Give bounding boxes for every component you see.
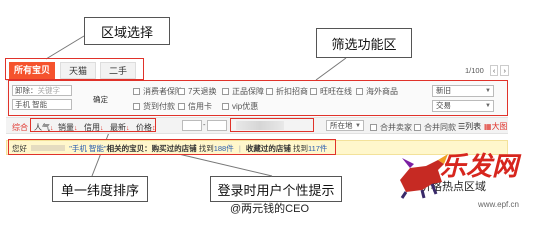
filter-genuine[interactable]: 正品保障: [222, 86, 264, 97]
merge-seller-checkbox[interactable]: 合并卖家: [370, 122, 412, 133]
keyword-exclude-placeholder: 关键字: [37, 86, 61, 95]
filter-label: 旺旺在线: [320, 87, 352, 96]
keyword-exclude-field[interactable]: 卸除：关键字: [12, 85, 72, 96]
pager-prev-button[interactable]: ‹: [489, 65, 499, 76]
checkbox[interactable]: [222, 88, 229, 95]
grid-icon: ▦: [484, 122, 492, 131]
filter-consumer-protection[interactable]: 消费者保障: [133, 86, 183, 97]
checkbox[interactable]: [266, 88, 273, 95]
confirm-button[interactable]: 确定: [93, 94, 108, 105]
filter-label: 信用卡: [188, 102, 212, 111]
filter-label: 海外商品: [366, 87, 398, 96]
checkbox[interactable]: [414, 124, 421, 131]
location-select[interactable]: 所在地 ▼: [326, 120, 364, 131]
region-select-highlight: [5, 58, 144, 80]
filter-label: 折扣招商: [276, 87, 308, 96]
chevron-down-icon: ▼: [485, 103, 491, 109]
filter-cod[interactable]: 货到付款: [133, 101, 175, 112]
filter-discount[interactable]: 折扣招商: [266, 86, 308, 97]
merge-same-label: 合并同款: [424, 123, 456, 132]
merge-same-checkbox[interactable]: 合并同款: [414, 122, 456, 133]
grid-view-button[interactable]: ▦大图: [484, 121, 508, 132]
condition-select[interactable]: 新旧 ▼: [432, 85, 494, 97]
keyword-field[interactable]: 手机 智能: [12, 99, 72, 110]
checkbox[interactable]: [310, 88, 317, 95]
price-max-input[interactable]: [207, 120, 227, 131]
pager-text: 1/100: [465, 66, 484, 75]
checkbox[interactable]: [222, 103, 229, 110]
filter-wangwang-online[interactable]: 旺旺在线: [310, 86, 352, 97]
checkbox[interactable]: [178, 103, 185, 110]
watermark-text: @两元钱的CEO: [230, 203, 310, 215]
checkbox[interactable]: [133, 88, 140, 95]
condition-select-value: 新旧: [436, 86, 451, 95]
chevron-down-icon: ▼: [485, 88, 491, 94]
filter-vip[interactable]: vip优惠: [222, 101, 258, 112]
single-sort-highlight: [30, 118, 156, 132]
list-view-label: 列表: [465, 122, 482, 131]
sort-composite[interactable]: 综合: [12, 122, 28, 133]
filter-label: 7天退换: [188, 87, 217, 96]
price-hotspot-highlight: [230, 118, 314, 132]
filter-label: vip优惠: [232, 102, 259, 111]
list-view-button[interactable]: ☰列表: [458, 121, 481, 132]
location-select-value: 所在地: [330, 121, 353, 130]
filter-credit-card[interactable]: 信用卡: [178, 101, 212, 112]
filter-7day-return[interactable]: 7天退换: [178, 86, 216, 97]
checkbox[interactable]: [178, 88, 185, 95]
price-min-input[interactable]: [182, 120, 202, 131]
filter-overseas[interactable]: 海外商品: [356, 86, 398, 97]
price-range-dash: -: [203, 120, 206, 129]
filter-label: 正品保障: [232, 87, 264, 96]
pager-next-button[interactable]: ›: [500, 65, 509, 76]
login-tip-highlight: [8, 139, 336, 155]
chevron-down-icon: ▼: [355, 123, 361, 129]
checkbox[interactable]: [370, 124, 377, 131]
filter-label: 货到付款: [143, 102, 175, 111]
grid-view-label: 大图: [491, 122, 508, 131]
checkbox[interactable]: [133, 103, 140, 110]
bull-logo-icon: [400, 154, 448, 199]
keyword-exclude-label: 卸除：: [15, 86, 38, 95]
filter-label: 消费者保障: [143, 87, 183, 96]
trade-select-value: 交易: [436, 101, 451, 110]
site-url: www.epf.cn: [478, 200, 519, 209]
pager: 1/100 ‹ ›: [465, 65, 509, 76]
trade-select[interactable]: 交易 ▼: [432, 100, 494, 112]
merge-seller-label: 合并卖家: [380, 123, 412, 132]
checkbox[interactable]: [356, 88, 363, 95]
